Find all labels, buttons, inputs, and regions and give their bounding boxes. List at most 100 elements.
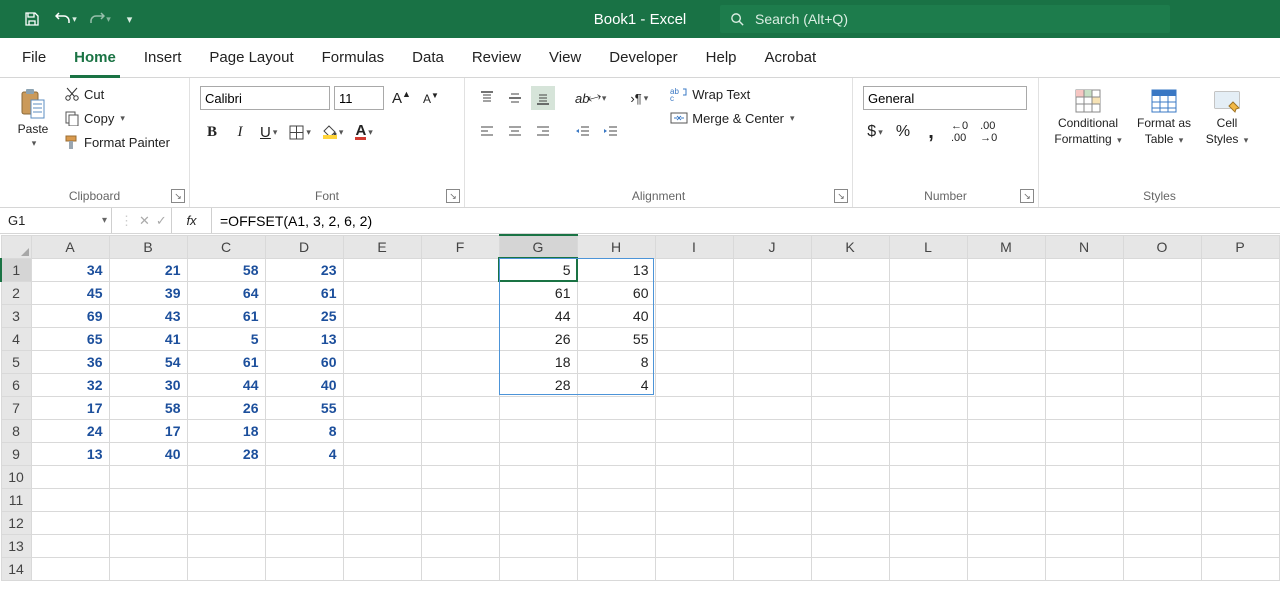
- cell[interactable]: [265, 488, 343, 511]
- cell[interactable]: 41: [109, 327, 187, 350]
- column-header[interactable]: M: [967, 235, 1045, 258]
- cell[interactable]: [421, 511, 499, 534]
- cell[interactable]: [733, 373, 811, 396]
- cell[interactable]: [889, 419, 967, 442]
- cell[interactable]: [1045, 465, 1123, 488]
- cell[interactable]: [889, 304, 967, 327]
- cell[interactable]: 13: [577, 258, 655, 281]
- cell[interactable]: [811, 396, 889, 419]
- cell[interactable]: [1045, 488, 1123, 511]
- cell[interactable]: [1123, 350, 1201, 373]
- cell[interactable]: [811, 442, 889, 465]
- cell[interactable]: [733, 465, 811, 488]
- tab-home[interactable]: Home: [60, 38, 130, 78]
- spreadsheet-grid[interactable]: ABCDEFGHIJKLMNOP134215823513245396461616…: [0, 234, 1280, 597]
- cell[interactable]: [733, 534, 811, 557]
- tab-acrobat[interactable]: Acrobat: [751, 38, 831, 78]
- cell[interactable]: 40: [577, 304, 655, 327]
- cell[interactable]: [343, 350, 421, 373]
- cell[interactable]: [811, 534, 889, 557]
- tab-file[interactable]: File: [8, 38, 60, 78]
- format-painter-button[interactable]: Format Painter: [64, 134, 170, 150]
- cell[interactable]: [1123, 419, 1201, 442]
- cell[interactable]: [1123, 281, 1201, 304]
- column-header[interactable]: D: [265, 235, 343, 258]
- number-format-select[interactable]: [863, 86, 1027, 110]
- cell[interactable]: 65: [31, 327, 109, 350]
- cell[interactable]: [967, 281, 1045, 304]
- cell[interactable]: [1123, 373, 1201, 396]
- column-header[interactable]: P: [1201, 235, 1279, 258]
- cell[interactable]: [889, 396, 967, 419]
- cell[interactable]: [577, 419, 655, 442]
- cell[interactable]: [889, 281, 967, 304]
- cell[interactable]: [1201, 534, 1279, 557]
- cell-styles-button[interactable]: Cell Styles ▾: [1201, 84, 1253, 146]
- cell[interactable]: 32: [31, 373, 109, 396]
- cell[interactable]: [187, 534, 265, 557]
- cell[interactable]: [343, 442, 421, 465]
- cell[interactable]: [889, 557, 967, 580]
- cell[interactable]: [889, 488, 967, 511]
- font-color-button[interactable]: A▾: [351, 120, 376, 144]
- cell[interactable]: [1123, 396, 1201, 419]
- font-size-input[interactable]: [334, 86, 384, 110]
- enter-icon[interactable]: ✓: [156, 213, 167, 229]
- font-name-input[interactable]: [200, 86, 330, 110]
- cell[interactable]: 25: [265, 304, 343, 327]
- formula-input[interactable]: [212, 208, 1280, 233]
- cell[interactable]: [31, 511, 109, 534]
- cell[interactable]: [577, 465, 655, 488]
- cell[interactable]: [1201, 258, 1279, 281]
- cell[interactable]: 5: [187, 327, 265, 350]
- cell[interactable]: [733, 396, 811, 419]
- name-box[interactable]: G1 ▾: [0, 208, 112, 233]
- cell[interactable]: [733, 304, 811, 327]
- cell[interactable]: 64: [187, 281, 265, 304]
- row-header[interactable]: 6: [1, 373, 31, 396]
- cell[interactable]: [499, 396, 577, 419]
- cell[interactable]: [1201, 488, 1279, 511]
- undo-button[interactable]: ▾: [52, 6, 80, 32]
- align-top-button[interactable]: [475, 86, 499, 110]
- cell[interactable]: [811, 327, 889, 350]
- cell[interactable]: 24: [31, 419, 109, 442]
- row-header[interactable]: 14: [1, 557, 31, 580]
- cell[interactable]: [499, 419, 577, 442]
- cell[interactable]: [655, 373, 733, 396]
- cell[interactable]: [1123, 511, 1201, 534]
- column-header[interactable]: B: [109, 235, 187, 258]
- cell[interactable]: [655, 281, 733, 304]
- cell[interactable]: 4: [577, 373, 655, 396]
- cell[interactable]: [1201, 373, 1279, 396]
- cell[interactable]: 23: [265, 258, 343, 281]
- cell[interactable]: 55: [265, 396, 343, 419]
- cell[interactable]: [421, 281, 499, 304]
- cell[interactable]: [1123, 327, 1201, 350]
- cell[interactable]: 39: [109, 281, 187, 304]
- cell[interactable]: [265, 534, 343, 557]
- cell[interactable]: 5: [499, 258, 577, 281]
- cell[interactable]: [1201, 419, 1279, 442]
- row-header[interactable]: 1: [1, 258, 31, 281]
- cell[interactable]: [967, 350, 1045, 373]
- cell[interactable]: [577, 557, 655, 580]
- cell[interactable]: [811, 419, 889, 442]
- cell[interactable]: 55: [577, 327, 655, 350]
- align-bottom-button[interactable]: [531, 86, 555, 110]
- cell[interactable]: [109, 511, 187, 534]
- cell[interactable]: [889, 442, 967, 465]
- cell[interactable]: [1201, 304, 1279, 327]
- cell[interactable]: [889, 350, 967, 373]
- cell[interactable]: [967, 304, 1045, 327]
- cell[interactable]: [733, 419, 811, 442]
- cell[interactable]: 61: [499, 281, 577, 304]
- cell[interactable]: [1045, 281, 1123, 304]
- cell[interactable]: [967, 327, 1045, 350]
- row-header[interactable]: 3: [1, 304, 31, 327]
- save-button[interactable]: [18, 6, 46, 32]
- cell[interactable]: [655, 350, 733, 373]
- cell[interactable]: [343, 488, 421, 511]
- borders-button[interactable]: ▾: [285, 120, 315, 144]
- row-header[interactable]: 9: [1, 442, 31, 465]
